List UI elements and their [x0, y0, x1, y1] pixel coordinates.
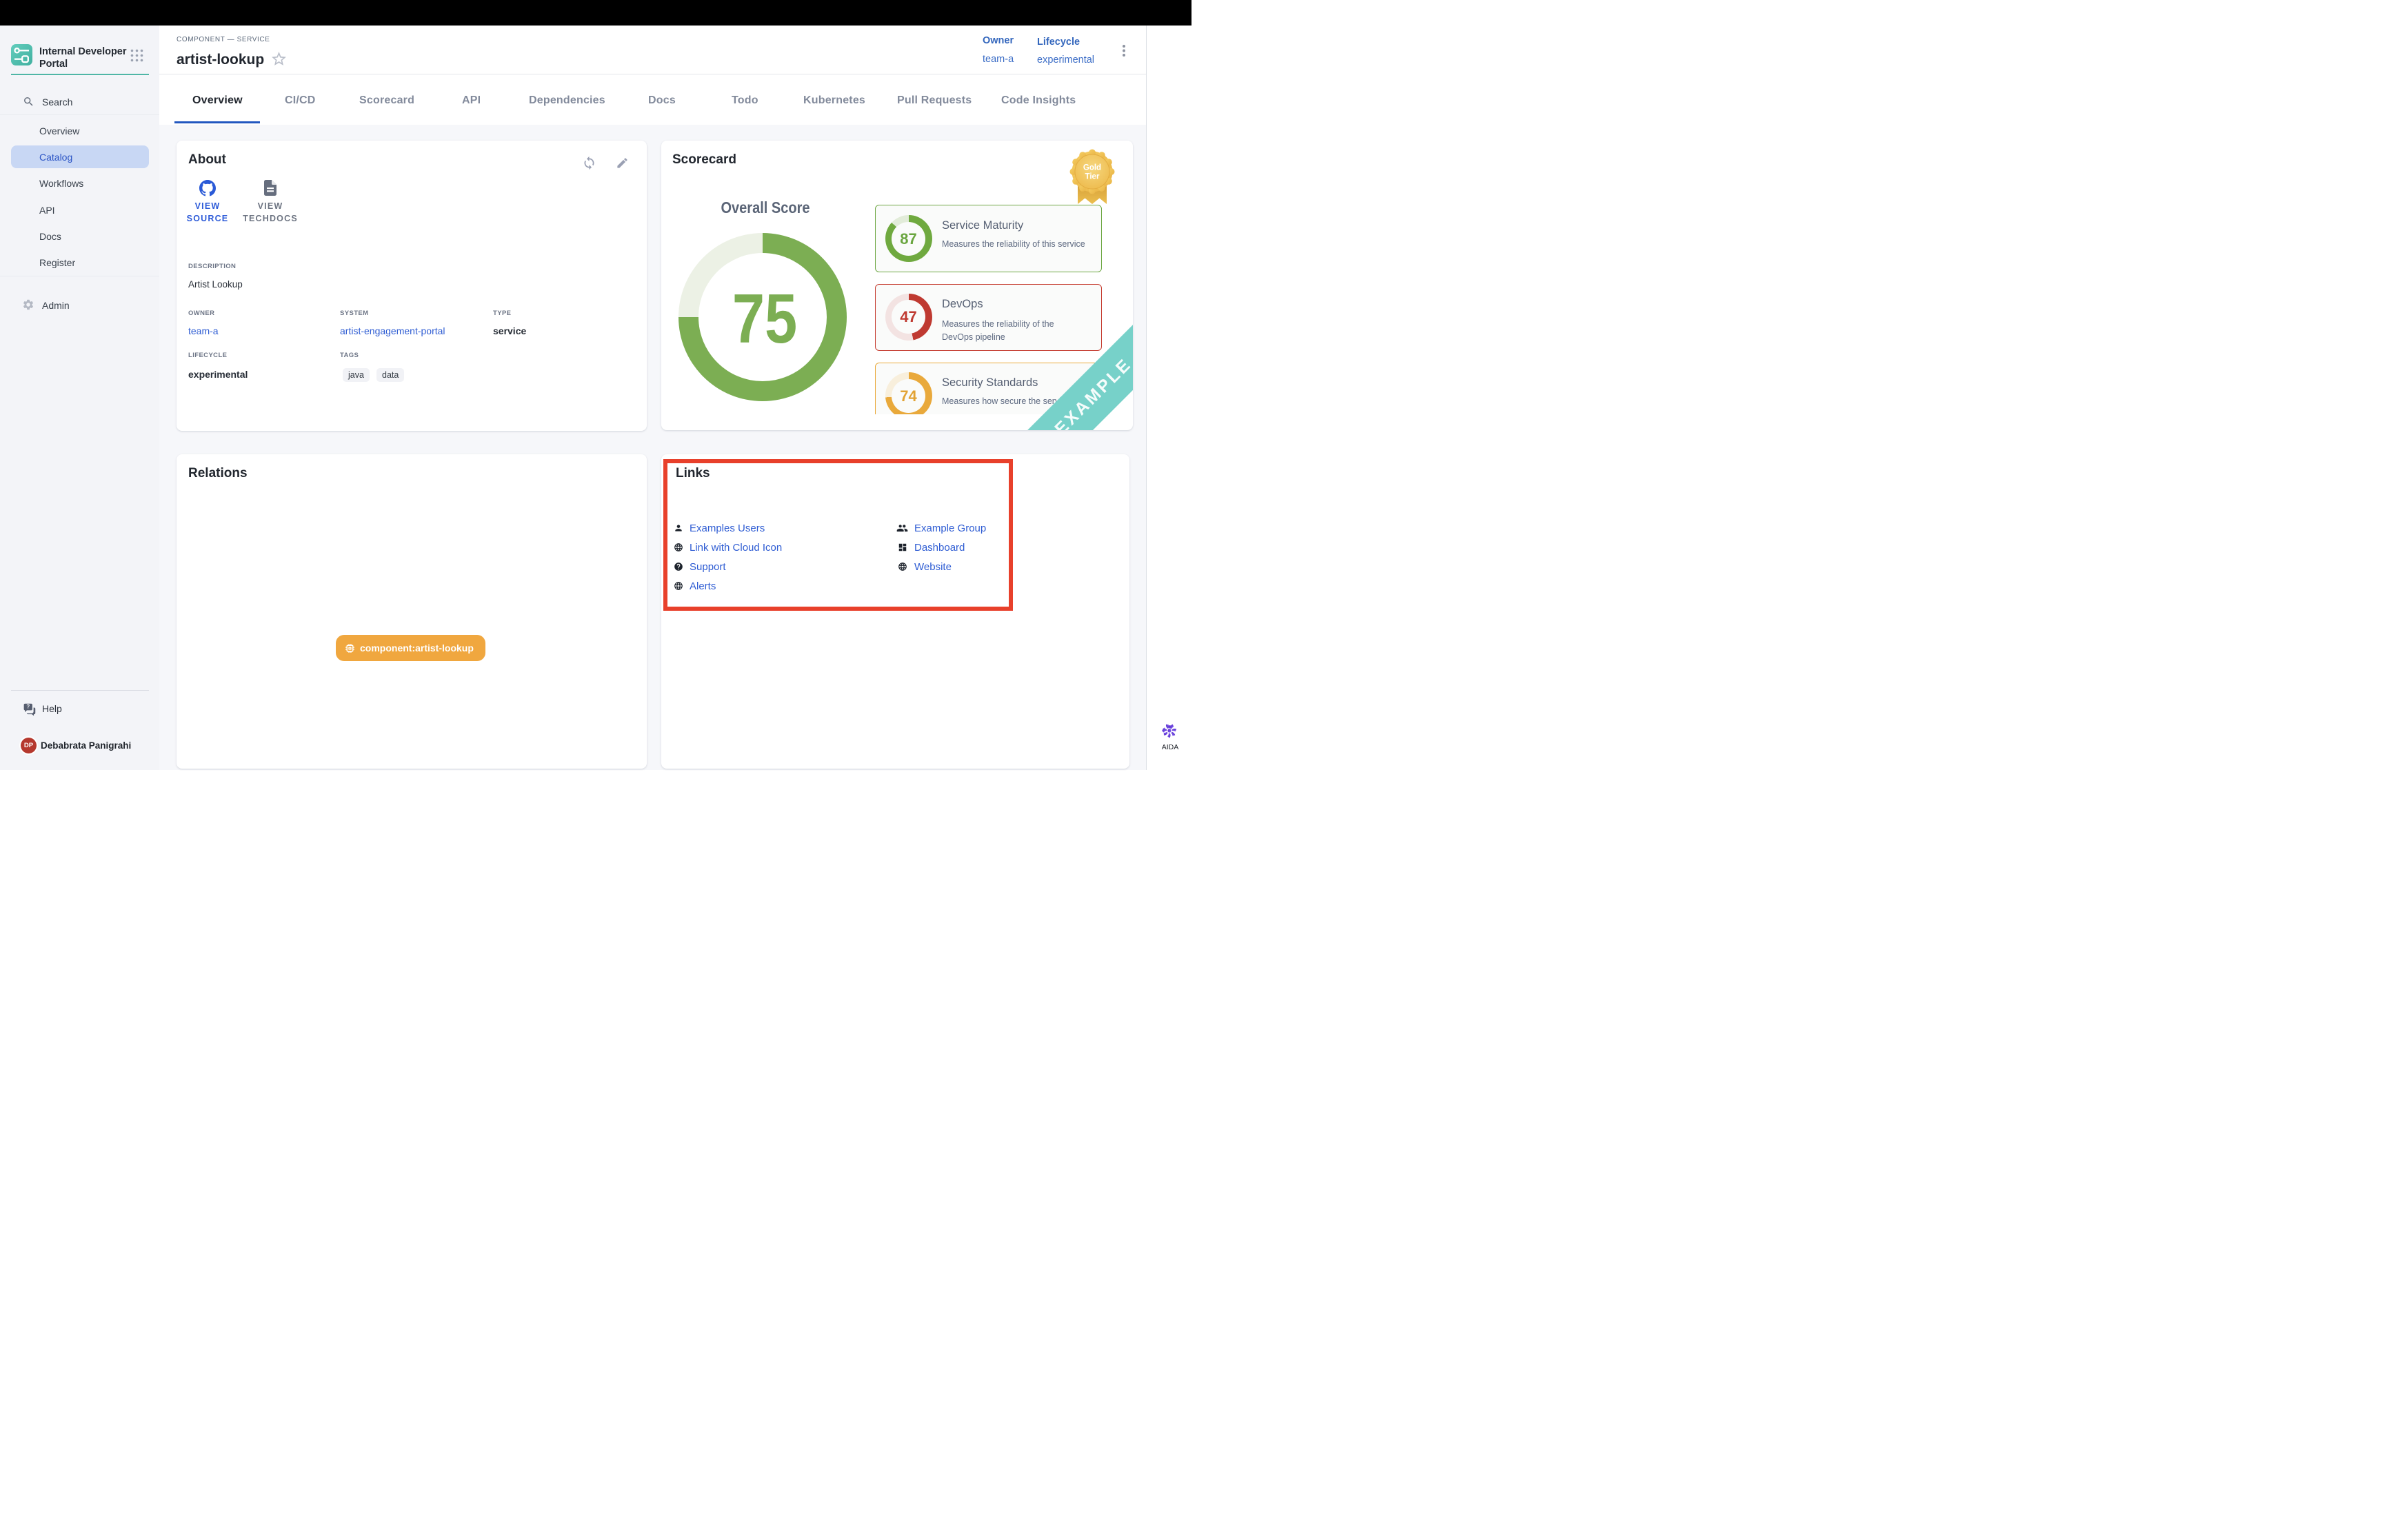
svg-text:?: ? — [26, 703, 30, 709]
svg-text:Tier: Tier — [1085, 173, 1100, 181]
svg-text:Gold: Gold — [1083, 164, 1101, 172]
